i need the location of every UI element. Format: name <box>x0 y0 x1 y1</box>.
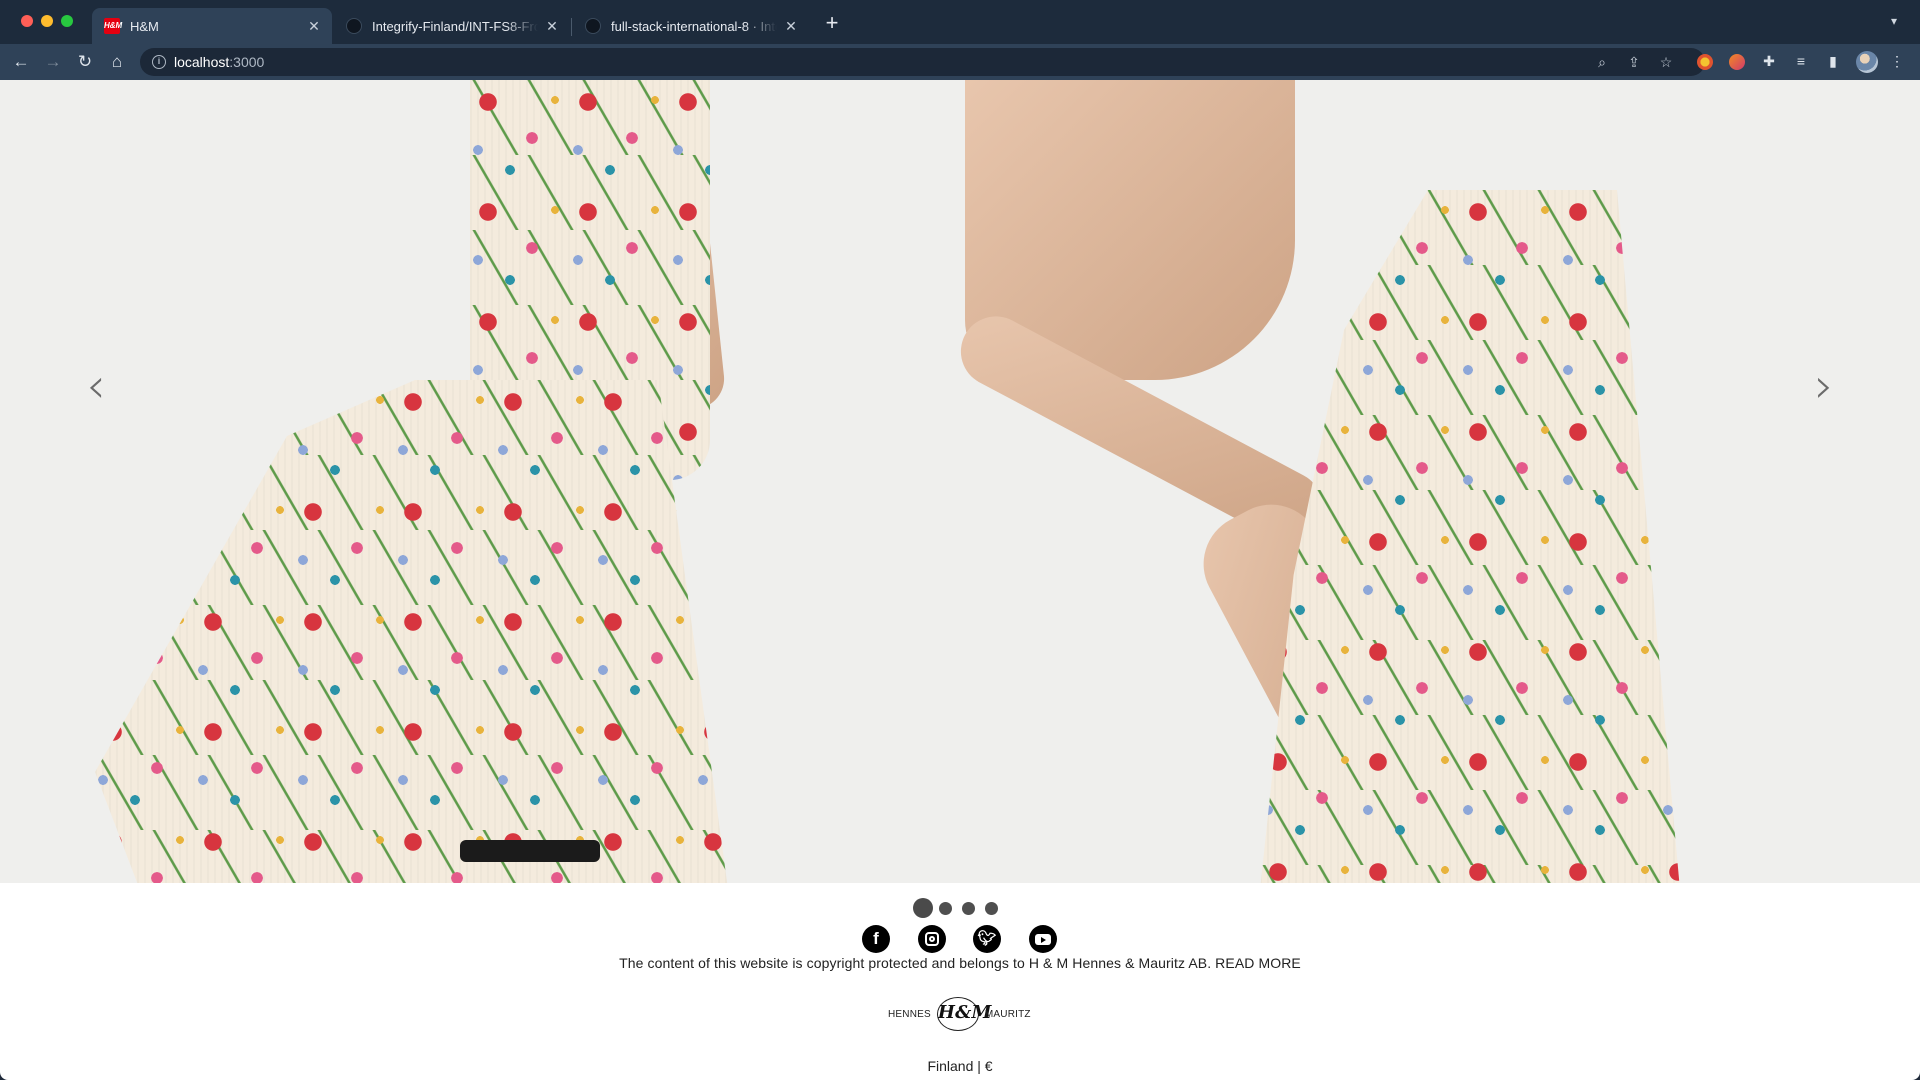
address-bar[interactable]: i localhost:3000 ⌕ ⇪ ☆ <box>140 48 1705 76</box>
carousel-dot[interactable] <box>913 898 933 918</box>
logo-right-text: MAURITZ <box>984 1008 1031 1020</box>
hero-carousel: ‹ › <box>0 80 1920 883</box>
tab-title: Integrify-Finland/INT-FS8-Fron <box>372 18 538 34</box>
carousel-dot[interactable] <box>939 901 952 915</box>
tab-separator <box>571 18 572 36</box>
locale-selector[interactable]: Finland | € <box>0 1058 1920 1074</box>
carousel-prev-button[interactable]: ‹ <box>76 356 116 416</box>
forward-button[interactable]: → <box>42 51 64 73</box>
carousel-dot[interactable] <box>962 901 975 915</box>
site-info-icon[interactable]: i <box>152 55 166 69</box>
new-tab-button[interactable]: + <box>820 12 844 36</box>
close-icon[interactable]: ✕ <box>783 18 799 34</box>
twitter-icon[interactable]: 🐦︎ <box>973 925 1001 953</box>
page-content: ‹ › f 🐦︎ The content of this website is … <box>0 80 1920 1080</box>
close-icon[interactable]: ✕ <box>306 18 322 34</box>
carousel-next-button[interactable]: › <box>1804 356 1844 416</box>
facebook-icon[interactable]: f <box>862 925 890 953</box>
hm-logo-icon: H&M <box>104 18 122 34</box>
puzzle-icon[interactable]: ✚ <box>1760 52 1778 70</box>
close-icon[interactable]: ✕ <box>544 18 560 34</box>
hm-logo-icon: H&M <box>936 997 991 1031</box>
maximize-window-button[interactable] <box>61 15 73 27</box>
shoe-image <box>460 840 600 862</box>
back-button[interactable]: ← <box>10 51 32 73</box>
avatar[interactable] <box>1856 51 1878 73</box>
browser-toolbar: ← → ↻ ⌂ i localhost:3000 ⌕ ⇪ ☆ ✚ ≡ ▮ ⋮ <box>0 44 1920 80</box>
close-window-button[interactable] <box>21 15 33 27</box>
instagram-icon[interactable] <box>918 925 946 953</box>
reload-button[interactable]: ↻ <box>74 51 96 73</box>
tab-title: H&M <box>130 18 159 34</box>
zoom-icon[interactable]: ⌕ <box>1594 54 1610 70</box>
tab-integrify-repo[interactable]: Integrify-Finland/INT-FS8-Fron ✕ <box>334 8 570 44</box>
reading-list-icon[interactable]: ≡ <box>1792 52 1810 70</box>
browser-tabstrip: H&M H&M ✕ Integrify-Finland/INT-FS8-Fron… <box>0 0 1920 44</box>
home-button[interactable]: ⌂ <box>106 51 128 73</box>
carousel-indicators <box>913 896 1008 920</box>
youtube-icon[interactable] <box>1029 925 1057 953</box>
hennes-mauritz-logo: HENNES H&M MAURITZ <box>888 994 1031 1034</box>
tab-title: full-stack-international-8 · Inte <box>611 18 777 34</box>
github-icon <box>585 18 601 34</box>
minimize-window-button[interactable] <box>41 15 53 27</box>
tab-hm[interactable]: H&M H&M ✕ <box>92 8 332 44</box>
extension-icon[interactable] <box>1729 54 1745 70</box>
side-panel-icon[interactable]: ▮ <box>1824 52 1842 70</box>
tab-full-stack[interactable]: full-stack-international-8 · Inte ✕ <box>573 8 809 44</box>
bookmark-star-icon[interactable]: ☆ <box>1658 54 1674 70</box>
share-icon[interactable]: ⇪ <box>1626 54 1642 70</box>
carousel-dot[interactable] <box>985 901 998 915</box>
logo-left-text: HENNES <box>888 1008 931 1020</box>
dress-skirt-image <box>95 380 735 883</box>
dress-image <box>1260 190 1680 883</box>
more-menu-icon[interactable]: ⋮ <box>1888 52 1906 70</box>
url-text: localhost:3000 <box>174 54 265 70</box>
extension-icon[interactable] <box>1697 54 1713 70</box>
chevron-down-icon[interactable]: ▾ <box>1886 14 1902 30</box>
copyright-text: The content of this website is copyright… <box>619 955 1301 971</box>
github-icon <box>346 18 362 34</box>
